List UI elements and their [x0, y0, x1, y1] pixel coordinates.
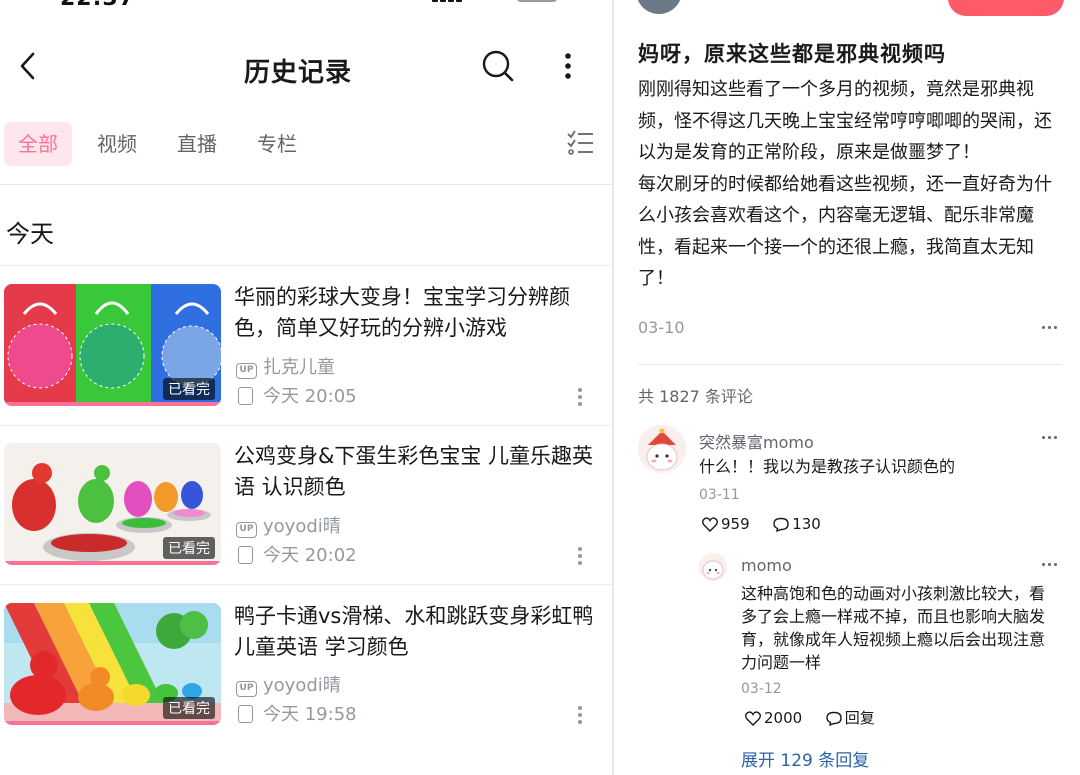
reply-date: 03-12 [741, 681, 782, 697]
uploader-row[interactable]: UP yoyodi晴 [236, 516, 341, 538]
reply-actions: 2000 回复 [745, 708, 875, 728]
video-thumbnail[interactable]: 已看完 [4, 603, 221, 725]
avatar-cartoon-icon [638, 425, 686, 473]
watched-badge: 已看完 [163, 378, 215, 400]
watch-progress-bar [4, 721, 221, 725]
tab-all[interactable]: 全部 [4, 122, 72, 166]
comment-more-icon[interactable] [1042, 436, 1060, 442]
replier-name[interactable]: momo [741, 556, 792, 575]
watch-time: 今天 19:58 [263, 704, 357, 725]
history-item[interactable]: 已看完 公鸡变身&下蛋生彩色宝宝 儿童乐趣英语 认识颜色 UP yoyodi晴 今… [0, 425, 612, 585]
uploader-row[interactable]: UP yoyodi晴 [236, 675, 341, 697]
post-title: 妈呀，原来这些都是邪典视频吗 [638, 42, 946, 66]
video-title[interactable]: 鸭子卡通vs滑梯、水和跳跃变身彩虹鸭 儿童英语 学习颜色 [234, 601, 596, 663]
like-button[interactable]: 2000 [745, 709, 807, 727]
like-button[interactable]: 959 [702, 515, 754, 533]
comment-actions: 959 130 [702, 514, 821, 534]
watch-progress-bar [4, 402, 221, 406]
tabs-divider [0, 184, 612, 185]
watch-time: 今天 20:02 [263, 545, 357, 566]
battery-icon [516, 0, 558, 2]
reply-count-button[interactable]: 130 [773, 515, 821, 533]
heart-icon [745, 711, 761, 726]
phone-icon [238, 387, 253, 405]
watch-time: 今天 20:05 [263, 386, 357, 407]
replier-avatar[interactable] [699, 553, 727, 581]
watched-badge: 已看完 [163, 697, 215, 719]
more-options-button[interactable] [556, 48, 580, 84]
post-panel: 妈呀，原来这些都是邪典视频吗 刚刚得知这些看了一个多月的视频，竟然是邪典视频，怪… [614, 0, 1080, 775]
uploader-name: 扎克儿童 [263, 357, 335, 378]
up-badge-icon: UP [236, 363, 257, 379]
reply-text: 这种高饱和色的动画对小孩刺激比较大，看多了会上瘾一样戒不掉，而且也影响大脑发育，… [741, 584, 1046, 672]
heart-icon [702, 517, 718, 532]
watch-time-row: 今天 20:05 [236, 386, 357, 408]
post-more-icon[interactable] [1042, 326, 1060, 332]
reply-button[interactable]: 回复 [826, 709, 875, 727]
reply-label: 回复 [844, 709, 875, 727]
expand-replies-link[interactable]: 展开 129 条回复 [741, 746, 869, 771]
post-divider [638, 364, 1062, 365]
uploader-name: yoyodi晴 [263, 516, 341, 537]
search-icon [482, 50, 514, 82]
video-thumbnail[interactable]: 已看完 [4, 443, 221, 565]
up-badge-icon: UP [236, 681, 257, 697]
history-item[interactable]: 已看完 鸭子卡通vs滑梯、水和跳跃变身彩虹鸭 儿童英语 学习颜色 UP yoyod… [0, 585, 612, 745]
watch-time-row: 今天 19:58 [236, 704, 357, 726]
up-badge-icon: UP [236, 522, 257, 538]
item-more-button[interactable] [574, 545, 586, 567]
uploader-row[interactable]: UP 扎克儿童 [236, 357, 335, 379]
tab-live[interactable]: 直播 [164, 122, 230, 166]
video-title[interactable]: 华丽的彩球大变身！宝宝学习分辨颜色，简单又好玩的分辨小游戏 [234, 282, 596, 344]
phone-icon [238, 705, 253, 723]
like-count: 2000 [764, 709, 803, 727]
history-item[interactable]: 已看完 华丽的彩球大变身！宝宝学习分辨颜色，简单又好玩的分辨小游戏 UP 扎克儿童… [0, 266, 612, 426]
commenter-name[interactable]: 突然暴富momo [699, 429, 814, 453]
status-time: 22:37 [60, 0, 150, 11]
filter-tabs: 全部 视频 直播 专栏 [0, 120, 612, 168]
item-more-button[interactable] [574, 704, 586, 726]
commenter-avatar[interactable] [638, 425, 686, 473]
post-date: 03-10 [638, 318, 685, 337]
tab-column[interactable]: 专栏 [244, 122, 310, 166]
status-indicators [432, 0, 562, 4]
chat-bubble-icon [773, 517, 789, 533]
avatar-cartoon-icon [699, 553, 727, 581]
checklist-icon [567, 130, 593, 155]
watch-time-row: 今天 20:02 [236, 545, 357, 567]
item-more-button[interactable] [574, 386, 586, 408]
comment-count: 共 1827 条评论 [638, 387, 753, 406]
tab-video[interactable]: 视频 [84, 122, 150, 166]
reply-more-icon[interactable] [1042, 563, 1060, 569]
chat-bubble-icon [826, 711, 842, 727]
watch-progress-bar [4, 561, 221, 565]
comment-text: 什么！！我以为是教孩子认识颜色的 [699, 457, 956, 476]
like-count: 959 [721, 515, 750, 533]
post-body: 刚刚得知这些看了一个多月的视频，竟然是邪典视频，怪不得这几天晚上宝宝经常哼哼唧唧… [638, 79, 1052, 289]
section-today: 今天 [6, 220, 54, 248]
author-avatar[interactable] [636, 0, 682, 14]
status-time-text: 22:37 [60, 0, 135, 11]
follow-button[interactable] [948, 0, 1064, 16]
phone-icon [238, 546, 253, 564]
watched-badge: 已看完 [163, 537, 215, 559]
video-thumbnail[interactable]: 已看完 [4, 284, 221, 406]
more-vertical-icon [565, 53, 571, 79]
video-title[interactable]: 公鸡变身&下蛋生彩色宝宝 儿童乐趣英语 认识颜色 [234, 441, 596, 503]
history-panel: 22:37 历史记录 全部 视频 直播 专栏 [0, 0, 612, 775]
search-button[interactable] [480, 48, 516, 84]
signal-icon [432, 0, 470, 2]
manage-list-button[interactable] [566, 128, 594, 158]
reply-count: 130 [792, 515, 821, 533]
uploader-name: yoyodi晴 [263, 675, 341, 696]
top-bar: 历史记录 [0, 40, 612, 94]
comment-date: 03-11 [699, 487, 740, 503]
